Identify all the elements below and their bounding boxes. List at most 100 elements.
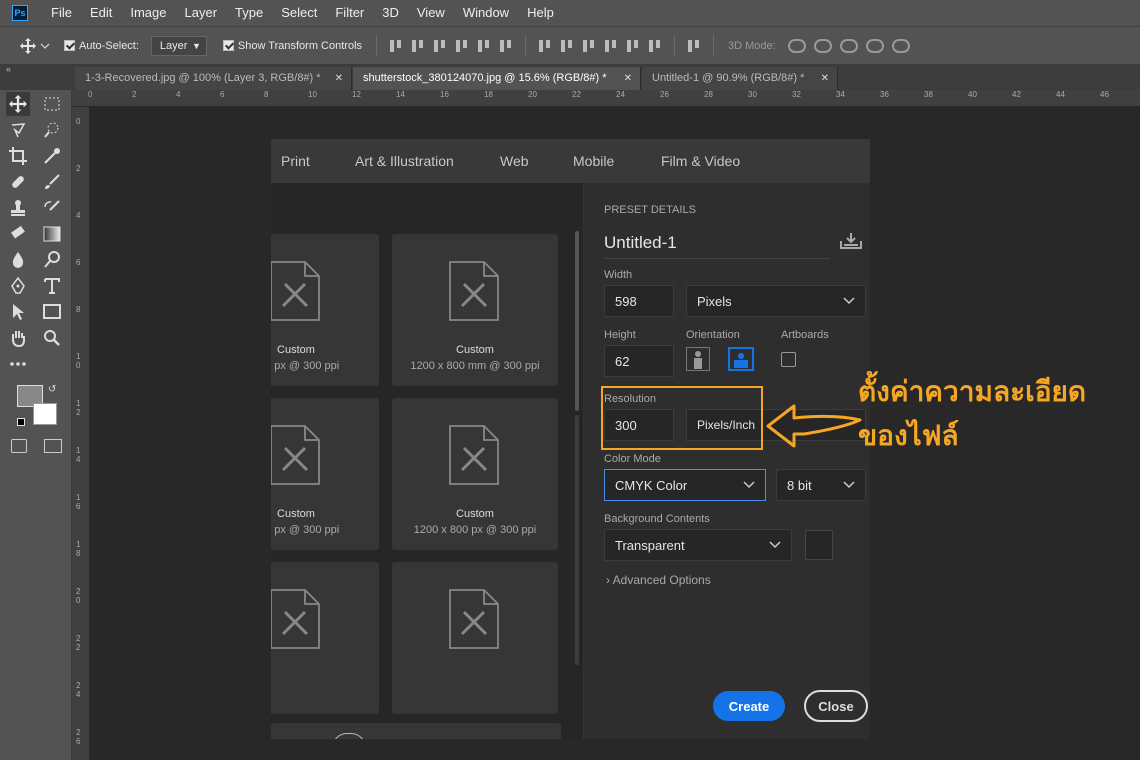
document-name-input[interactable]: Untitled-1 [604, 233, 830, 259]
preset-card[interactable] [392, 562, 558, 714]
close-button[interactable]: Close [804, 690, 868, 722]
close-icon[interactable]: ✕ [624, 67, 632, 90]
menu-3d[interactable]: 3D [373, 0, 408, 26]
background-color-swatch[interactable] [805, 530, 833, 560]
auto-select-checkbox[interactable]: Auto-Select: [64, 40, 139, 52]
color-mode-dropdown[interactable]: CMYK Color [604, 469, 766, 501]
preset-card[interactable]: Custom 760 px @ 300 ppi [271, 398, 379, 550]
quick-selection-tool[interactable] [40, 118, 64, 142]
zoom-tool[interactable] [40, 326, 64, 350]
screen-mode-icon[interactable] [44, 439, 62, 453]
height-input[interactable]: 62 [604, 345, 674, 377]
bit-depth-dropdown[interactable]: 8 bit [776, 469, 866, 501]
quick-mask-icon[interactable] [11, 439, 27, 453]
pen-tool[interactable] [6, 274, 30, 298]
align-bottom-icon[interactable] [431, 39, 449, 53]
save-preset-icon[interactable] [840, 233, 862, 249]
photoshop-window: Ps File Edit Image Layer Type Select Fil… [0, 0, 1140, 760]
tab-1-3-recovered[interactable]: 1-3-Recovered.jpg @ 100% (Layer 3, RGB/8… [75, 67, 352, 90]
align-left-icon[interactable] [453, 39, 471, 53]
clone-stamp-tool[interactable] [6, 196, 30, 220]
orbit-3d-icon[interactable] [787, 38, 806, 53]
divider [525, 34, 527, 57]
tab-mobile[interactable]: Mobile [573, 153, 614, 169]
marquee-tool[interactable] [40, 92, 64, 116]
auto-align-icon[interactable] [685, 39, 703, 53]
go-button[interactable]: Go [332, 733, 366, 739]
align-right-icon[interactable] [497, 39, 515, 53]
width-input[interactable]: 598 [604, 285, 674, 317]
show-transform-checkbox[interactable]: Show Transform Controls [222, 40, 362, 52]
collapse-panel-icon[interactable]: « [6, 64, 11, 74]
menu-layer[interactable]: Layer [176, 0, 227, 26]
edit-toolbar-tool[interactable] [6, 352, 30, 376]
dodge-tool[interactable] [40, 248, 64, 272]
distribute-top-icon[interactable] [536, 39, 554, 53]
tab-web[interactable]: Web [500, 153, 529, 169]
dodge-icon [44, 251, 60, 268]
align-horizontal-center-icon[interactable] [475, 39, 493, 53]
history-brush-tool[interactable] [40, 196, 64, 220]
tab-film-video[interactable]: Film & Video [661, 153, 740, 169]
blur-tool[interactable] [6, 248, 30, 272]
distribute-right-icon[interactable] [646, 39, 664, 53]
default-colors-icon[interactable] [17, 418, 25, 426]
background-color-swatch[interactable] [33, 403, 57, 425]
distribute-horizontal-center-icon[interactable] [624, 39, 642, 53]
lasso-tool[interactable] [6, 118, 30, 142]
background-contents-dropdown[interactable]: Transparent [604, 529, 792, 561]
create-button[interactable]: Create [713, 691, 785, 721]
preset-card[interactable] [271, 562, 379, 714]
landscape-orientation-button[interactable] [728, 347, 754, 371]
close-icon[interactable]: ✕ [821, 67, 829, 90]
close-icon[interactable]: ✕ [335, 67, 343, 90]
menu-view[interactable]: View [408, 0, 454, 26]
preset-card[interactable]: Custom 1200 x 800 mm @ 300 ppi [392, 234, 558, 386]
align-vertical-center-icon[interactable] [409, 39, 427, 53]
slide-3d-icon[interactable] [865, 38, 884, 53]
align-top-icon[interactable] [387, 39, 405, 53]
distribute-bottom-icon[interactable] [580, 39, 598, 53]
move-tool[interactable] [6, 92, 30, 116]
menu-filter[interactable]: Filter [326, 0, 373, 26]
menu-file[interactable]: File [42, 0, 81, 26]
gradient-tool[interactable] [40, 222, 64, 246]
artboards-checkbox[interactable] [781, 352, 796, 367]
rectangle-marquee-icon [44, 97, 60, 111]
menu-window[interactable]: Window [454, 0, 518, 26]
advanced-options-toggle[interactable]: › Advanced Options [606, 573, 711, 587]
menu-edit[interactable]: Edit [81, 0, 121, 26]
width-unit-dropdown[interactable]: Pixels [686, 285, 866, 317]
preset-card[interactable]: Custom 312 px @ 300 ppi [271, 234, 379, 386]
path-selection-tool[interactable] [6, 300, 30, 324]
ruler-tick-label: 2 4 [76, 681, 81, 699]
menu-image[interactable]: Image [121, 0, 175, 26]
preset-scrollbar-track[interactable] [575, 415, 579, 665]
brush-tool[interactable] [40, 170, 64, 194]
tab-print[interactable]: Print [281, 153, 310, 169]
tab-untitled-1[interactable]: Untitled-1 @ 90.9% (RGB/8#) * ✕ [642, 67, 838, 90]
portrait-orientation-button[interactable] [686, 347, 710, 371]
tab-shutterstock[interactable]: shutterstock_380124070.jpg @ 15.6% (RGB/… [353, 67, 641, 90]
tab-art-illustration[interactable]: Art & Illustration [355, 153, 454, 169]
rectangle-tool[interactable] [40, 300, 64, 324]
menu-help[interactable]: Help [518, 0, 563, 26]
swap-colors-icon[interactable]: ↺ [48, 384, 56, 395]
pan-3d-icon[interactable] [839, 38, 858, 53]
auto-select-dropdown[interactable]: Layer ▼ [150, 35, 207, 56]
healing-brush-tool[interactable] [6, 170, 30, 194]
camera-3d-icon[interactable] [891, 38, 910, 53]
distribute-vertical-center-icon[interactable] [558, 39, 576, 53]
eyedropper-tool[interactable] [40, 144, 64, 168]
menu-type[interactable]: Type [226, 0, 272, 26]
type-tool[interactable] [40, 274, 64, 298]
preset-card[interactable]: Custom 1200 x 800 px @ 300 ppi [392, 398, 558, 550]
distribute-left-icon[interactable] [602, 39, 620, 53]
preset-scrollbar-thumb[interactable] [575, 231, 579, 411]
eraser-tool[interactable] [6, 222, 30, 246]
hand-tool[interactable] [6, 326, 30, 350]
crop-tool[interactable] [6, 144, 30, 168]
move-tool-preset[interactable] [16, 27, 56, 65]
menu-select[interactable]: Select [272, 0, 326, 26]
roll-3d-icon[interactable] [813, 38, 832, 53]
